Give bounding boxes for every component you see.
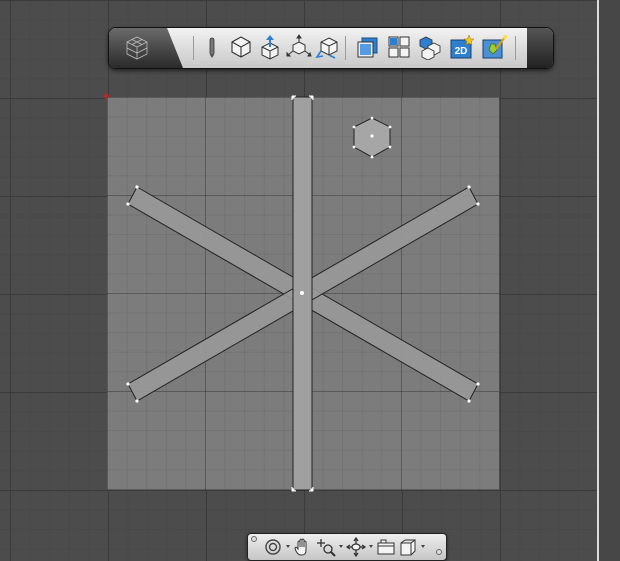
orbit-dropdown-icon[interactable] [286,545,290,548]
handle [467,185,471,189]
2d-label: 2D [455,46,468,57]
handle [135,185,139,189]
walk-icon[interactable] [345,537,367,557]
handle [476,202,480,206]
box-view-icon[interactable] [397,537,419,557]
rotate-view-icon[interactable] [315,34,341,60]
axis-move-icon[interactable] [286,34,312,60]
orbit-icon[interactable] [262,537,284,557]
toolbar-resize-grip[interactable] [436,549,442,555]
pan-hand-icon[interactable] [292,537,314,557]
group-blocks-icon[interactable] [417,34,443,60]
box-view-dropdown-icon[interactable] [421,545,425,548]
shape-layer[interactable] [0,0,620,561]
walk-dropdown-icon[interactable] [369,545,373,548]
handle [467,399,471,403]
main-toolbar: 2D [108,27,554,69]
toolbar-separator [515,36,516,60]
grid-layout-icon[interactable] [386,34,412,60]
2d-view-icon[interactable]: 2D [449,34,475,60]
cube-icon[interactable] [228,34,254,60]
toolbar-separator [345,36,346,60]
center-point[interactable] [300,291,304,295]
toolbar-grip[interactable] [251,536,257,542]
move-up-icon[interactable] [257,34,283,60]
render-magic-icon[interactable] [481,34,507,60]
handle [135,399,139,403]
look-around-icon[interactable] [375,537,397,557]
zoom-dropdown-icon[interactable] [339,545,343,548]
handle [476,382,480,386]
handle [126,202,130,206]
pen-tool-icon[interactable] [199,34,225,60]
toolbar-separator [193,36,194,60]
zoom-icon[interactable] [315,537,337,557]
toolbar-end-cap [527,28,553,68]
app-logo-icon[interactable] [109,28,183,68]
front-view-icon[interactable] [355,34,381,60]
hexagon-center[interactable] [370,134,374,138]
navigation-toolbar [247,533,447,561]
handle [126,382,130,386]
origin-marker [103,93,109,99]
